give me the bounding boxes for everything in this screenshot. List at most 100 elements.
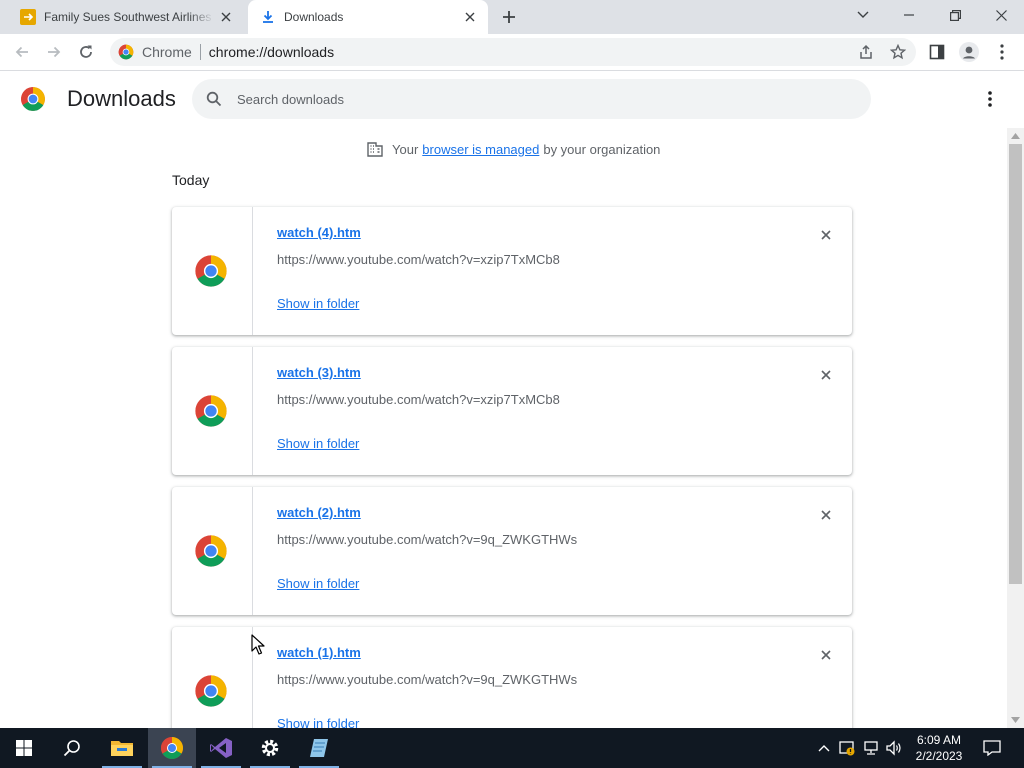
file-name-link[interactable]: watch (1).htm — [277, 645, 361, 660]
chrome-icon — [160, 736, 184, 760]
profile-button[interactable] — [956, 39, 982, 65]
omnibox-divider — [199, 44, 201, 60]
show-in-folder-link[interactable]: Show in folder — [277, 716, 359, 728]
file-icon-column — [172, 347, 253, 475]
volume-tray-button[interactable] — [884, 738, 904, 758]
airplane-favicon — [20, 9, 36, 25]
close-window-button[interactable] — [979, 0, 1023, 30]
reload-icon — [80, 45, 92, 58]
close-icon — [821, 510, 831, 520]
chrome-file-icon — [194, 534, 228, 568]
scrollbar-thumb[interactable] — [1009, 144, 1022, 584]
chrome-file-icon — [194, 254, 228, 288]
close-icon — [821, 370, 831, 380]
tab-downloads[interactable]: Downloads — [248, 0, 488, 34]
notepad-icon — [310, 739, 328, 757]
notification-icon — [983, 740, 1001, 756]
new-tab-button[interactable] — [497, 5, 521, 29]
source-url[interactable]: https://www.youtube.com/watch?v=9q_ZWKGT… — [277, 672, 577, 687]
mouse-cursor-icon — [251, 634, 265, 655]
reload-button[interactable] — [73, 39, 99, 65]
start-button[interactable] — [0, 728, 48, 768]
remove-from-list-button[interactable] — [814, 643, 838, 667]
scroll-up-arrow-icon[interactable] — [1011, 131, 1020, 140]
star-icon[interactable] — [889, 43, 907, 61]
site-label: Chrome — [142, 44, 192, 60]
clock-time: 6:09 AM — [916, 733, 962, 747]
show-in-folder-link[interactable]: Show in folder — [277, 436, 359, 451]
tab-close-icon[interactable] — [458, 5, 482, 29]
back-button[interactable] — [9, 39, 35, 65]
notification-center-button[interactable] — [982, 738, 1002, 758]
download-item: watch (1).htm https://www.youtube.com/wa… — [172, 627, 852, 728]
page-scrollbar[interactable] — [1007, 128, 1024, 728]
volume-icon — [886, 740, 901, 756]
taskbar-chrome[interactable] — [148, 728, 196, 768]
minimize-button[interactable] — [887, 0, 931, 30]
taskbar-visual-studio[interactable] — [197, 728, 245, 768]
search-placeholder: Search downloads — [237, 91, 344, 107]
taskbar-search-button[interactable] — [48, 728, 96, 768]
file-icon-column — [172, 627, 253, 728]
forward-button[interactable] — [41, 39, 67, 65]
tab-title: Downloads — [284, 10, 344, 24]
side-panel-button[interactable] — [924, 39, 950, 65]
downloads-more-actions-button[interactable] — [978, 87, 1002, 111]
source-url[interactable]: https://www.youtube.com/watch?v=xzip7TxM… — [277, 392, 560, 407]
chrome-file-icon — [194, 674, 228, 708]
taskbar-notepad[interactable] — [295, 728, 343, 768]
close-icon — [995, 9, 1007, 21]
file-name-link[interactable]: watch (3).htm — [277, 365, 361, 380]
taskbar-settings[interactable] — [246, 728, 294, 768]
show-in-folder-link[interactable]: Show in folder — [277, 296, 359, 311]
chrome-logo — [20, 86, 46, 112]
file-explorer-icon — [111, 741, 133, 756]
side-panel-icon — [929, 44, 945, 60]
taskbar-file-explorer[interactable] — [98, 728, 146, 768]
forward-arrow-icon — [48, 46, 61, 58]
more-vert-icon — [988, 91, 992, 107]
show-in-folder-link[interactable]: Show in folder — [277, 576, 359, 591]
tab-article[interactable]: Family Sues Southwest Airlines For... — [8, 0, 244, 34]
chevron-up-icon — [818, 745, 830, 752]
remove-from-list-button[interactable] — [814, 503, 838, 527]
download-item: watch (2).htm https://www.youtube.com/wa… — [172, 487, 852, 615]
taskbar-clock[interactable]: 6:09 AM 2/2/2023 — [906, 732, 972, 764]
building-icon — [367, 142, 383, 157]
settings-icon — [261, 739, 279, 757]
page-title: Downloads — [67, 86, 176, 111]
share-icon[interactable] — [857, 43, 875, 61]
chrome-site-icon — [118, 44, 134, 60]
clock-date: 2/2/2023 — [915, 749, 963, 763]
profile-icon — [959, 42, 979, 62]
security-tray-button[interactable] — [837, 738, 857, 758]
restore-button[interactable] — [933, 0, 977, 30]
address-bar[interactable]: Chrome chrome://downloads — [110, 38, 916, 66]
network-tray-button[interactable] — [861, 738, 881, 758]
tab-close-icon[interactable] — [214, 5, 238, 29]
network-icon — [864, 741, 878, 755]
show-hidden-icons-button[interactable] — [814, 738, 834, 758]
search-downloads-field[interactable]: Search downloads — [192, 79, 871, 119]
file-name-link[interactable]: watch (4).htm — [277, 225, 361, 240]
site-chip[interactable]: Chrome — [118, 44, 192, 60]
scroll-down-arrow-icon[interactable] — [1011, 715, 1020, 724]
close-icon — [821, 650, 831, 660]
file-icon-column — [172, 207, 253, 335]
tab-title: Family Sues Southwest Airlines For... — [44, 10, 214, 24]
browser-managed-link[interactable]: browser is managed — [422, 142, 539, 157]
remove-from-list-button[interactable] — [814, 223, 838, 247]
url-text[interactable]: chrome://downloads — [209, 44, 334, 60]
visual-studio-icon — [210, 738, 232, 758]
download-item: watch (3).htm https://www.youtube.com/wa… — [172, 347, 852, 475]
remove-from-list-button[interactable] — [814, 363, 838, 387]
chrome-file-icon — [194, 394, 228, 428]
search-icon — [63, 740, 80, 757]
file-name-link[interactable]: watch (2).htm — [277, 505, 361, 520]
source-url[interactable]: https://www.youtube.com/watch?v=xzip7TxM… — [277, 252, 560, 267]
browser-menu-button[interactable] — [989, 39, 1015, 65]
tab-search-button[interactable] — [841, 0, 885, 30]
managed-notice: Your browser is managed by your organiza… — [366, 140, 660, 158]
minimize-icon — [904, 14, 914, 16]
source-url[interactable]: https://www.youtube.com/watch?v=9q_ZWKGT… — [277, 532, 577, 547]
